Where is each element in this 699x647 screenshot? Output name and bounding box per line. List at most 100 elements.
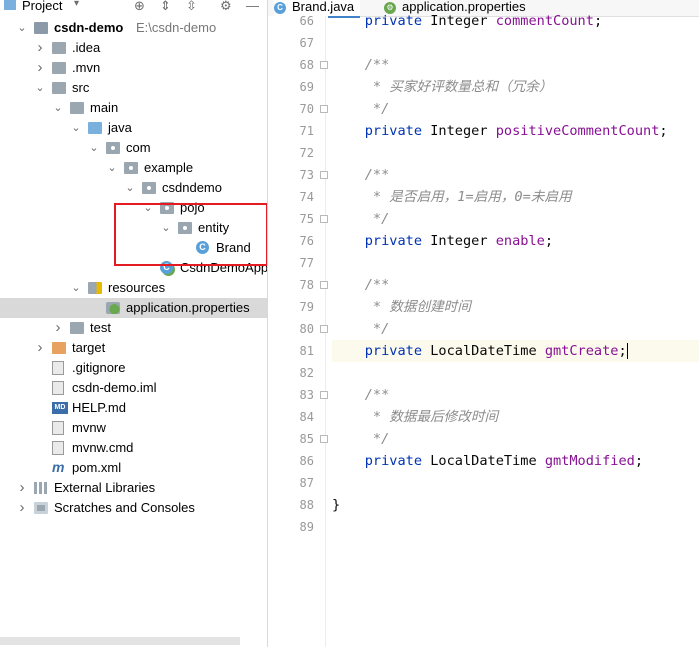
tree-item-label: .mvn bbox=[72, 60, 101, 75]
code-line[interactable] bbox=[332, 32, 699, 54]
fold-marker-icon[interactable] bbox=[320, 171, 328, 179]
fold-marker-icon[interactable] bbox=[320, 61, 328, 69]
tree-item-label: pom.xml bbox=[72, 460, 122, 475]
chevron-down-icon[interactable]: ⌄ bbox=[124, 179, 136, 197]
code-line[interactable]: */ bbox=[332, 428, 699, 450]
comment-token: * 买家好评数量总和（冗余） bbox=[372, 79, 553, 95]
project-view-icon[interactable] bbox=[4, 0, 16, 10]
package-icon bbox=[124, 162, 138, 174]
tree-item-mvn[interactable]: › .mvn bbox=[0, 58, 267, 78]
code-line[interactable] bbox=[332, 472, 699, 494]
tree-item-test[interactable]: › test bbox=[0, 318, 267, 338]
tree-item-resources[interactable]: ⌄ resources bbox=[0, 278, 267, 298]
project-panel-title[interactable]: Project bbox=[22, 0, 62, 13]
line-number: 76 bbox=[299, 234, 314, 248]
tree-item-csdndemo[interactable]: ⌄ csdndemo bbox=[0, 178, 267, 198]
tree-item-external-libraries[interactable]: › External Libraries bbox=[0, 478, 267, 498]
tree-item-csdn-demo-iml[interactable]: csdn-demo.iml bbox=[0, 378, 267, 398]
code-line[interactable]: /** bbox=[332, 274, 699, 296]
fold-marker-icon[interactable] bbox=[320, 281, 328, 289]
fold-marker-icon[interactable] bbox=[320, 215, 328, 223]
tree-item-gitignore[interactable]: .gitignore bbox=[0, 358, 267, 378]
gitignore-file-icon bbox=[52, 361, 64, 375]
code-line[interactable]: */ bbox=[332, 208, 699, 230]
code-line[interactable]: private LocalDateTime gmtCreate; bbox=[332, 340, 699, 362]
line-number: 67 bbox=[299, 36, 314, 50]
fold-marker-icon[interactable] bbox=[320, 435, 328, 443]
chevron-right-icon[interactable]: › bbox=[34, 59, 46, 77]
code-line[interactable]: * 买家好评数量总和（冗余） bbox=[332, 76, 699, 98]
fold-marker-icon[interactable] bbox=[320, 391, 328, 399]
tree-item-mvnw-cmd[interactable]: mvnw.cmd bbox=[0, 438, 267, 458]
code-line[interactable] bbox=[332, 142, 699, 164]
fold-marker-icon[interactable] bbox=[320, 325, 328, 333]
code-line[interactable]: */ bbox=[332, 98, 699, 120]
tree-item-application-properties[interactable]: application.properties bbox=[0, 298, 267, 318]
code-line[interactable]: */ bbox=[332, 318, 699, 340]
properties-icon bbox=[106, 302, 120, 314]
comment-token: /** bbox=[364, 277, 390, 293]
code-line[interactable] bbox=[332, 252, 699, 274]
maven-icon: m bbox=[52, 459, 65, 475]
gear-icon[interactable]: ⚙ bbox=[220, 0, 232, 14]
collapse-all-icon[interactable]: ⇳ bbox=[186, 0, 197, 14]
chevron-right-icon[interactable]: › bbox=[16, 479, 28, 497]
line-number: 72 bbox=[299, 146, 314, 160]
code-token: Integer bbox=[430, 123, 496, 139]
chevron-right-icon[interactable]: › bbox=[52, 319, 64, 337]
tree-item-main[interactable]: ⌄ main bbox=[0, 98, 267, 118]
code-line[interactable]: /** bbox=[332, 384, 699, 406]
horizontal-scrollbar[interactable] bbox=[0, 637, 240, 645]
tree-item-idea[interactable]: › .idea bbox=[0, 38, 267, 58]
project-view-dropdown-icon[interactable]: ▾ bbox=[74, 0, 79, 9]
code-line[interactable]: * 数据创建时间 bbox=[332, 296, 699, 318]
tree-item-src[interactable]: ⌄ src bbox=[0, 78, 267, 98]
code-line[interactable]: private Integer enable; bbox=[332, 230, 699, 252]
code-line[interactable]: } bbox=[332, 494, 699, 516]
code-token: LocalDateTime bbox=[430, 453, 545, 469]
code-line[interactable] bbox=[332, 362, 699, 384]
project-path: E:\csdn-demo bbox=[136, 20, 217, 35]
tree-item-label: test bbox=[90, 320, 111, 335]
code-line[interactable]: private LocalDateTime gmtModified; bbox=[332, 450, 699, 472]
code-line[interactable]: /** bbox=[332, 164, 699, 186]
tree-item-example[interactable]: ⌄ example bbox=[0, 158, 267, 178]
comment-token: */ bbox=[372, 321, 390, 337]
code-line[interactable]: private Integer positiveCommentCount; bbox=[332, 120, 699, 142]
code-line[interactable]: private Integer commentCount; bbox=[332, 10, 699, 32]
module-folder-icon bbox=[34, 22, 48, 34]
highlight-annotation-box bbox=[114, 203, 267, 266]
tree-item-scratches-and-consoles[interactable]: › Scratches and Consoles bbox=[0, 498, 267, 518]
tree-item-target[interactable]: › target bbox=[0, 338, 267, 358]
line-number: 77 bbox=[299, 256, 314, 270]
fold-marker-icon[interactable] bbox=[320, 105, 328, 113]
code-line[interactable]: * 是否启用，1=启用，0=未启用 bbox=[332, 186, 699, 208]
tree-item-mvnw[interactable]: mvnw bbox=[0, 418, 267, 438]
chevron-right-icon[interactable]: › bbox=[34, 339, 46, 357]
hide-icon[interactable]: — bbox=[246, 0, 259, 13]
field-token: positiveCommentCount bbox=[495, 123, 660, 139]
chevron-down-icon[interactable]: ⌄ bbox=[16, 19, 28, 37]
chevron-down-icon[interactable]: ⌄ bbox=[70, 279, 82, 297]
chevron-right-icon[interactable]: › bbox=[16, 499, 28, 517]
tree-item-com[interactable]: ⌄ com bbox=[0, 138, 267, 158]
chevron-down-icon[interactable]: ⌄ bbox=[106, 159, 118, 177]
chevron-right-icon[interactable]: › bbox=[34, 39, 46, 57]
chevron-down-icon[interactable]: ⌄ bbox=[88, 139, 100, 157]
tree-item-pom-xml[interactable]: m pom.xml bbox=[0, 458, 267, 478]
locate-icon[interactable]: ⊕ bbox=[134, 0, 145, 14]
chevron-down-icon[interactable]: ⌄ bbox=[52, 99, 64, 117]
tree-item-help-md[interactable]: MD HELP.md bbox=[0, 398, 267, 418]
tree-item-csdn-demo[interactable]: ⌄ csdn-demo E:\csdn-demo bbox=[0, 18, 267, 38]
tree-item-java[interactable]: ⌄ java bbox=[0, 118, 267, 138]
resources-folder-icon bbox=[88, 282, 102, 294]
expand-all-icon[interactable]: ⇕ bbox=[160, 0, 171, 14]
code-line[interactable] bbox=[332, 516, 699, 538]
chevron-down-icon[interactable]: ⌄ bbox=[70, 119, 82, 137]
tree-item-label: .idea bbox=[72, 40, 101, 55]
code-line[interactable]: /** bbox=[332, 54, 699, 76]
folder-icon bbox=[70, 102, 84, 114]
chevron-down-icon[interactable]: ⌄ bbox=[34, 79, 46, 97]
tree-item-label: example bbox=[144, 160, 194, 175]
code-line[interactable]: * 数据最后修改时间 bbox=[332, 406, 699, 428]
